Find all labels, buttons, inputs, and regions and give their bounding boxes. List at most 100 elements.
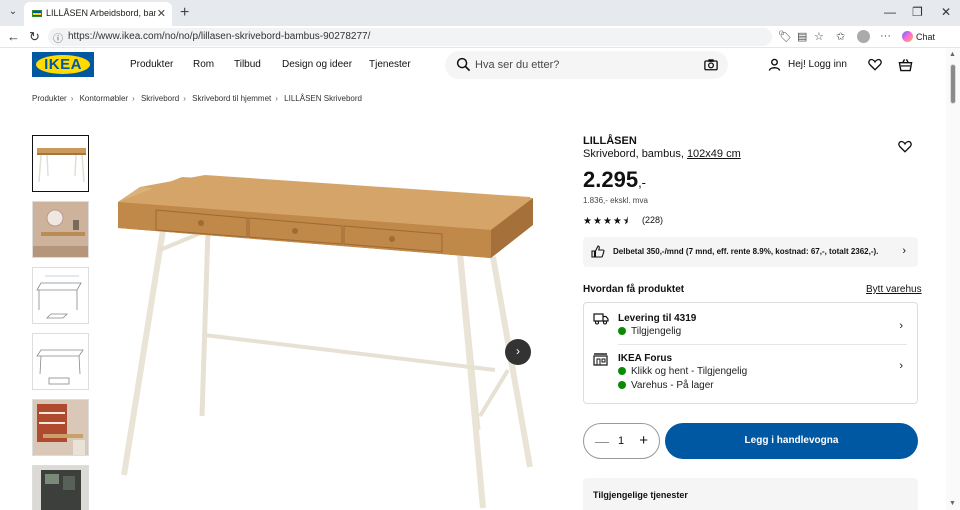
star-icon: ★ xyxy=(583,216,593,227)
image-next-button[interactable]: › xyxy=(505,339,531,365)
shopping-tag-icon[interactable]: 🏷 xyxy=(778,30,792,43)
favorites-heart-icon[interactable] xyxy=(868,58,882,71)
site-info-icon[interactable]: ⓘ xyxy=(53,30,63,45)
scroll-up-icon[interactable]: ▲ xyxy=(949,51,956,58)
copilot-icon xyxy=(902,31,913,42)
window-close-icon[interactable]: ✕ xyxy=(941,5,951,19)
breadcrumb-item[interactable]: Kontormøbler xyxy=(80,94,128,103)
browser-tab-bar: ⌄ LILLÅSEN Arbeidsbord, bambus, 1 ✕ + — … xyxy=(0,0,960,26)
available-dot xyxy=(618,367,626,375)
shipping-status: Tilgjengelig xyxy=(618,326,681,337)
login-link[interactable]: Hej! Logg inn xyxy=(788,59,847,70)
minimize-icon[interactable]: — xyxy=(884,5,896,19)
profile-avatar[interactable] xyxy=(857,30,870,43)
price-ex-vat: 1.836,- ekskl. mva xyxy=(583,196,648,205)
services-heading: Tilgjengelige tjenester xyxy=(593,490,688,500)
chevron-right-icon: › xyxy=(902,245,906,257)
breadcrumb-chevron-icon: › xyxy=(70,94,74,103)
nav-item-tilbud[interactable]: Tilbud xyxy=(234,59,261,70)
assembly-drawing-image xyxy=(36,349,84,385)
tab-close-icon[interactable]: ✕ xyxy=(157,7,166,20)
product-dimensions-link[interactable]: 102x49 cm xyxy=(687,148,741,160)
financing-banner[interactable]: Delbetal 350,-/mnd (7 mnd, eff. rente 8.… xyxy=(583,237,918,267)
in-stock-text: Varehus - På lager xyxy=(631,380,714,391)
camera-search-icon[interactable] xyxy=(704,58,718,71)
scroll-thumb[interactable] xyxy=(950,64,956,104)
available-dot xyxy=(618,327,626,335)
star-icon: ★ xyxy=(612,216,623,227)
more-menu-icon[interactable]: ··· xyxy=(880,30,891,42)
thumbnail-desk[interactable] xyxy=(32,135,89,192)
star-icon: ★ xyxy=(592,216,603,227)
favicon-icon xyxy=(32,10,42,17)
breadcrumb-item[interactable]: Skrivebord xyxy=(141,94,179,103)
product-type-text: Skrivebord, bambus, xyxy=(583,148,687,160)
store-title: IKEA Forus xyxy=(618,353,673,364)
url-text: https://www.ikea.com/no/no/p/lillasen-sk… xyxy=(68,31,371,42)
increase-quantity-button[interactable]: + xyxy=(639,432,648,449)
price-suffix: ,- xyxy=(638,175,647,190)
breadcrumb-item[interactable]: Produkter xyxy=(32,94,67,103)
nav-item-tjenester[interactable]: Tjenester xyxy=(369,59,411,70)
thumbnail-drawing[interactable] xyxy=(32,267,89,324)
breadcrumb-item[interactable]: Skrivebord til hjemmet xyxy=(192,94,271,103)
divider xyxy=(618,344,907,345)
tab-list-chevron-icon[interactable]: ⌄ xyxy=(6,6,20,20)
thumbnail-assembly[interactable] xyxy=(32,333,89,390)
decrease-quantity-button[interactable]: — xyxy=(595,433,609,449)
chevron-right-icon: › xyxy=(899,320,903,332)
shipping-status-text: Tilgjengelig xyxy=(631,326,682,337)
browser-tab[interactable]: LILLÅSEN Arbeidsbord, bambus, 1 ✕ xyxy=(24,2,172,26)
dark-room-image xyxy=(33,466,88,510)
user-icon[interactable] xyxy=(768,58,781,71)
breadcrumb-chevron-icon: › xyxy=(275,94,278,103)
shipping-title: Levering til 4319 xyxy=(618,313,697,324)
search-placeholder: Hva ser du etter? xyxy=(475,59,560,71)
search-input[interactable]: Hva ser du etter? xyxy=(445,51,728,79)
half-star-icon: ⯨ xyxy=(622,216,630,227)
product-main-image[interactable] xyxy=(110,130,545,510)
scroll-down-icon[interactable]: ▼ xyxy=(949,500,956,507)
copilot-chat-button[interactable]: Chat xyxy=(902,31,935,42)
available-services-section[interactable]: Tilgjengelige tjenester xyxy=(583,478,918,510)
back-arrow-icon[interactable]: ← xyxy=(7,29,20,44)
address-bar-row: ← ↻ ⓘ https://www.ikea.com/no/no/p/lilla… xyxy=(0,26,960,48)
page-scrollbar[interactable]: ▲ ▼ xyxy=(946,48,960,510)
breadcrumb-current: LILLÅSEN Skrivebord xyxy=(284,94,362,103)
favorites-bar-icon[interactable]: ✩ xyxy=(836,30,845,43)
tab-title: LILLÅSEN Arbeidsbord, bambus, 1 xyxy=(46,8,156,18)
nav-item-produkter[interactable]: Produkter xyxy=(130,59,173,70)
nav-item-design[interactable]: Design og ideer xyxy=(282,59,352,70)
quantity-stepper: — 1 + xyxy=(583,423,660,459)
product-price: 2.295,- xyxy=(583,167,646,193)
reload-icon[interactable]: ↻ xyxy=(29,29,40,45)
thumbnail-shelf-room[interactable] xyxy=(32,399,89,456)
store-icon xyxy=(593,353,608,366)
thumbnail-dark-room[interactable] xyxy=(32,465,89,510)
click-collect-text: Klikk og hent - Tilgjengelig xyxy=(631,366,748,377)
store-status-click-collect: Klikk og hent - Tilgjengelig xyxy=(618,366,747,377)
dimension-drawing-image xyxy=(36,275,82,319)
chat-label: Chat xyxy=(916,32,936,42)
truck-icon xyxy=(593,313,609,325)
available-dot xyxy=(618,381,626,389)
add-to-cart-button[interactable]: Legg i handlevogna xyxy=(665,423,918,459)
change-store-link[interactable]: Bytt varehus xyxy=(866,284,922,295)
maximize-icon[interactable]: ❐ xyxy=(912,5,923,19)
thumbnail-room[interactable] xyxy=(32,201,89,258)
favorite-star-icon[interactable]: ☆ xyxy=(814,30,824,43)
delivery-heading: Hvordan få produktet xyxy=(583,284,685,295)
review-count[interactable]: (228) xyxy=(642,215,663,225)
quantity-value[interactable]: 1 xyxy=(618,435,624,447)
url-field[interactable]: ⓘ https://www.ikea.com/no/no/p/lillasen-… xyxy=(48,28,772,46)
reader-mode-icon[interactable]: ▤ xyxy=(797,30,807,43)
new-tab-plus-icon[interactable]: + xyxy=(180,4,189,22)
ikea-logo[interactable]: IKEA xyxy=(32,52,94,77)
rating-stars[interactable]: ★★★★⯨ xyxy=(583,214,629,231)
cart-bag-icon[interactable] xyxy=(898,58,913,72)
add-to-favorites-heart-icon[interactable] xyxy=(898,140,912,153)
chevron-right-icon: › xyxy=(516,344,520,358)
nav-item-rom[interactable]: Rom xyxy=(193,59,214,70)
store-status-in-stock: Varehus - På lager xyxy=(618,380,714,391)
thumbs-up-icon xyxy=(591,245,605,258)
